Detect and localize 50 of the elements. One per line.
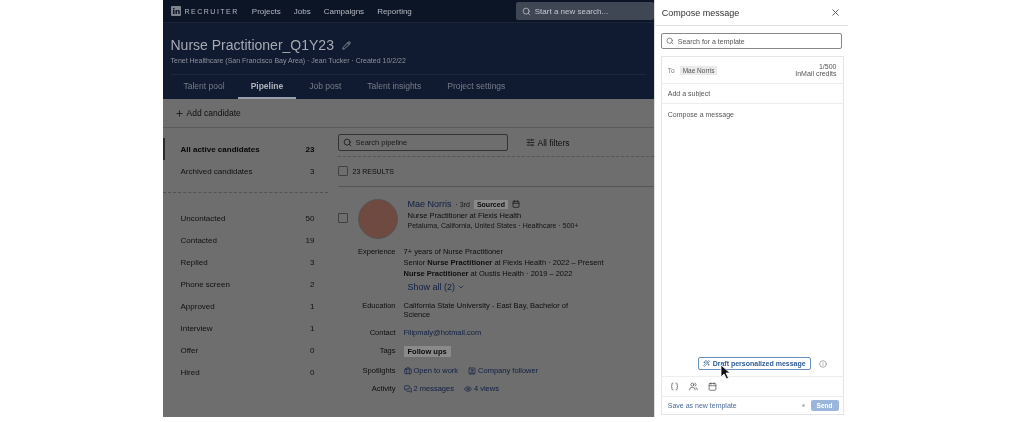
nav-link[interactable]: Reporting (377, 6, 412, 16)
edit-icon[interactable] (341, 40, 351, 50)
tab[interactable]: Job post (296, 75, 355, 99)
calendar-icon[interactable] (707, 382, 717, 391)
project-title: Nurse Practitioner_Q1Y23 (170, 37, 334, 53)
filter-icon (525, 138, 535, 147)
nav-link[interactable]: Campaigns (323, 6, 365, 16)
messages-icon (403, 384, 412, 393)
avatar (357, 199, 398, 239)
checkbox[interactable] (337, 213, 348, 223)
sidebar-item[interactable]: Archived candidates 3 (162, 160, 328, 182)
sidebar-item[interactable]: Uncontacted 50 (162, 207, 328, 229)
candidate-name[interactable]: Mae Norris (407, 199, 452, 209)
sidebar-item[interactable]: Approved 1 (162, 295, 328, 317)
chevron-down-icon (457, 283, 466, 291)
tab[interactable]: Project settings (434, 75, 519, 99)
sidebar-item[interactable]: Interview 1 (162, 317, 328, 339)
add-candidate-button[interactable]: Add candidate (162, 99, 654, 128)
status-dot (801, 404, 805, 407)
search-icon (521, 6, 531, 16)
nav-link[interactable]: Projects (251, 6, 281, 16)
search-icon (665, 37, 674, 45)
search-input[interactable]: Start a new search... (534, 6, 648, 16)
people-icon[interactable] (688, 382, 698, 391)
plus-icon (174, 108, 184, 118)
search-icon (342, 138, 352, 147)
search-field[interactable]: Start a new search... (515, 2, 654, 20)
sidebar-item[interactable]: Contacted 19 (162, 229, 328, 251)
close-button[interactable] (829, 7, 841, 18)
close-icon (829, 7, 841, 18)
braces-icon[interactable] (669, 382, 679, 391)
tab[interactable]: Pipeline (237, 75, 297, 99)
tab[interactable]: Talent pool (170, 75, 238, 99)
sidebar-item[interactable]: Offer 0 (162, 339, 328, 361)
sidebar-item[interactable]: All active candidates 23 (162, 138, 328, 160)
views-icon (463, 384, 472, 393)
info-icon[interactable] (818, 359, 827, 368)
calendar-icon (511, 200, 520, 208)
checkbox[interactable] (337, 166, 348, 176)
nav-link[interactable]: Jobs (293, 6, 311, 16)
tab[interactable]: Talent insights (354, 75, 435, 99)
show-all-link[interactable]: Show all (2) (407, 282, 654, 292)
sidebar-item[interactable]: Replied 3 (162, 251, 328, 273)
sidebar-item[interactable]: Hired 0 (162, 361, 328, 383)
logo-icon (170, 6, 181, 16)
panel-title: Compose message (661, 7, 740, 18)
cursor-icon (719, 364, 731, 380)
wand-icon (702, 360, 710, 367)
filters-button[interactable]: All filters (525, 137, 570, 148)
sidebar-item[interactable]: Phone screen 2 (162, 273, 328, 295)
